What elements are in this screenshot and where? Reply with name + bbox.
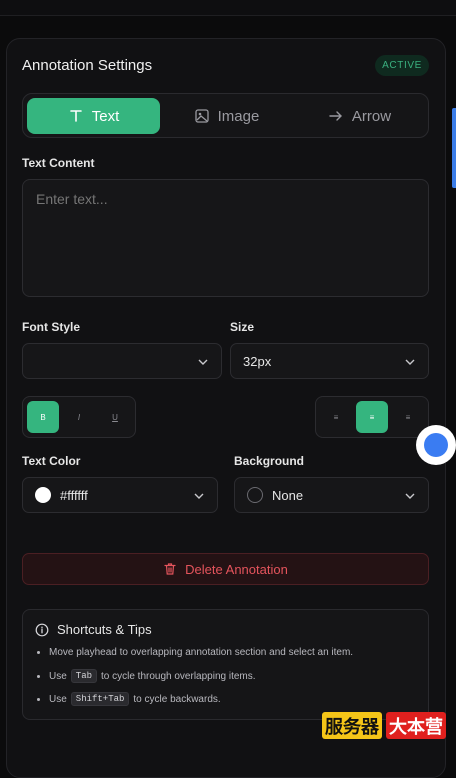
align-center-icon: ≡ bbox=[369, 412, 375, 422]
text-align-group: ≡ ≡ ≡ bbox=[315, 396, 429, 438]
tip-text: Move playhead to overlapping annotation … bbox=[49, 647, 354, 658]
text-color-value: #ffffff bbox=[60, 487, 88, 503]
tips-title: Shortcuts & Tips bbox=[35, 622, 152, 637]
background-value: None bbox=[272, 487, 304, 503]
text-format-group: B I U bbox=[22, 396, 136, 438]
text-content-input[interactable] bbox=[22, 179, 429, 297]
color-swatch-empty bbox=[247, 487, 263, 503]
text-t-icon bbox=[69, 110, 82, 122]
chevron-down-icon bbox=[405, 493, 415, 499]
tips-title-text: Shortcuts & Tips bbox=[57, 622, 152, 637]
delete-annotation-button[interactable]: Delete Annotation bbox=[22, 553, 429, 585]
align-center-button[interactable]: ≡ bbox=[356, 401, 388, 433]
tab-arrow[interactable]: Arrow bbox=[293, 98, 426, 134]
key-shift-tab: Shift+Tab bbox=[70, 692, 130, 706]
text-color-label: Text Color bbox=[22, 454, 81, 468]
floating-assistant-button[interactable] bbox=[416, 425, 456, 465]
tip-text: to cycle backwards. bbox=[133, 693, 221, 705]
align-right-button[interactable]: ≡ bbox=[392, 401, 424, 433]
color-swatch bbox=[35, 487, 51, 503]
chevron-down-icon bbox=[405, 359, 415, 365]
top-bar bbox=[0, 0, 456, 16]
tab-text-label: Text bbox=[91, 107, 120, 125]
bullet bbox=[37, 651, 40, 654]
bullet bbox=[37, 674, 40, 678]
tab-image-label: Image bbox=[217, 107, 260, 125]
assistant-icon bbox=[424, 433, 448, 457]
background-label: Background bbox=[234, 454, 305, 468]
tip-item: Use Shift+Tab to cycle backwards. bbox=[37, 692, 221, 706]
watermark-right: 大本营 bbox=[386, 712, 446, 739]
chevron-down-icon bbox=[194, 493, 204, 499]
size-select[interactable]: 32px bbox=[230, 343, 429, 379]
align-right-icon: ≡ bbox=[405, 412, 411, 422]
annotation-type-tabs: Text Image Arrow bbox=[22, 93, 429, 138]
italic-icon: I bbox=[77, 412, 81, 422]
trash-icon bbox=[164, 563, 176, 575]
text-color-select[interactable]: #ffffff bbox=[22, 477, 218, 513]
tip-text: to cycle through overlapping items. bbox=[101, 670, 256, 682]
underline-icon: U bbox=[112, 412, 118, 422]
panel-title: Annotation Settings bbox=[22, 57, 153, 74]
text-content-label: Text Content bbox=[22, 156, 95, 170]
align-left-icon: ≡ bbox=[333, 412, 339, 422]
delete-annotation-label: Delete Annotation bbox=[185, 561, 288, 577]
size-label: Size bbox=[230, 320, 255, 334]
tab-image[interactable]: Image bbox=[160, 98, 293, 134]
bold-icon: B bbox=[40, 412, 46, 422]
bold-button[interactable]: B bbox=[27, 401, 59, 433]
watermark-left: 服务器 bbox=[322, 712, 382, 739]
tip-text: Use bbox=[49, 670, 67, 682]
status-badge: ACTIVE bbox=[375, 55, 429, 76]
italic-button[interactable]: I bbox=[63, 401, 95, 433]
underline-button[interactable]: U bbox=[99, 401, 131, 433]
arrow-right-icon bbox=[329, 111, 342, 121]
background-select[interactable]: None bbox=[234, 477, 429, 513]
tip-item: Use Tab to cycle through overlapping ite… bbox=[37, 669, 256, 683]
tip-text: Use bbox=[49, 693, 67, 705]
tip-item: Move playhead to overlapping annotation … bbox=[37, 647, 353, 658]
align-left-button[interactable]: ≡ bbox=[320, 401, 352, 433]
info-icon bbox=[35, 623, 49, 636]
chevron-down-icon bbox=[198, 359, 208, 365]
side-tab-handle[interactable] bbox=[452, 108, 456, 188]
size-value: 32px bbox=[243, 353, 272, 369]
image-icon bbox=[194, 109, 209, 123]
tab-arrow-label: Arrow bbox=[351, 107, 392, 125]
tab-text[interactable]: Text bbox=[27, 98, 160, 134]
font-style-select[interactable] bbox=[22, 343, 222, 379]
key-tab: Tab bbox=[70, 669, 97, 683]
bullet bbox=[37, 697, 40, 701]
font-style-label: Font Style bbox=[22, 320, 81, 334]
